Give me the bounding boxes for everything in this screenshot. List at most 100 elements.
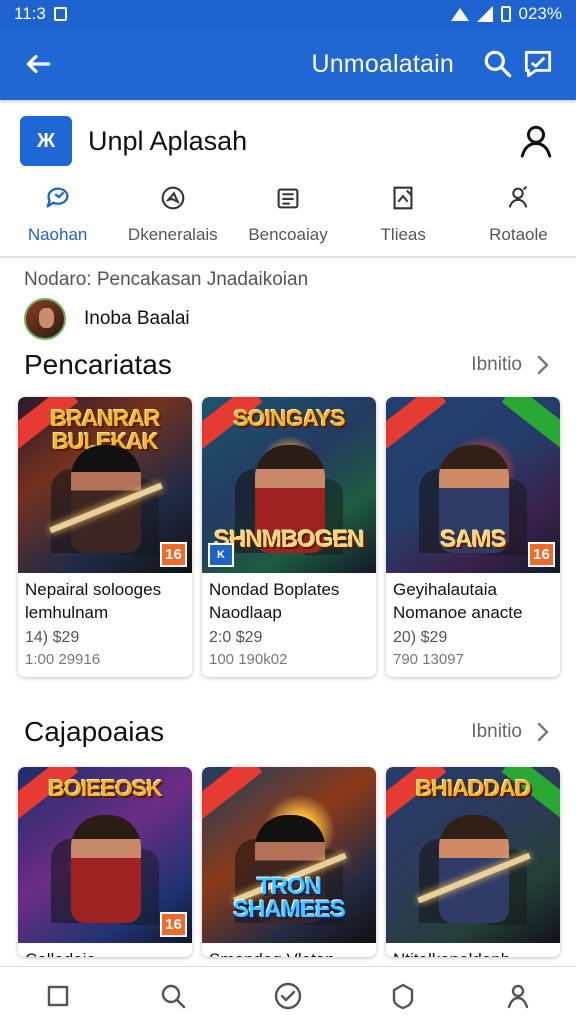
game-title-line-1: Geyihalautaia [393, 580, 497, 599]
game-cover-image: BOIEEOSK 16 [18, 767, 192, 943]
tab-label: Dkeneralais [127, 225, 218, 244]
game-cover-image: SOINGAYS SHNMBOGEN K [202, 397, 376, 573]
people-icon [508, 186, 528, 208]
battery-percent: 023% [518, 4, 562, 23]
game-logo-text: BOIEEOSK [48, 775, 162, 801]
game-title-line-1: Nondad Boplates [209, 580, 340, 599]
app-bar: Unmoalatain [0, 28, 576, 100]
game-stats: 100 190k02 [209, 651, 288, 668]
game-subtitle-logo: SHNMBOGEN [214, 526, 365, 553]
comment-icon [524, 50, 552, 78]
card-content: Geyihalautaia Nomanoe anacte 20) $29 790… [386, 573, 560, 670]
game-card-row: BOIEEOSK 16 Colladaio TRON SHAMEES Smand… [18, 767, 560, 957]
publisher-logo: K [208, 543, 234, 567]
author-name: Inobа Baalai [84, 308, 190, 329]
search-icon [484, 50, 512, 78]
author-row[interactable]: Inobа Baalai [24, 298, 190, 340]
card-content: Nondad Boplates Naodlaap 2:0 $29 100 190… [202, 573, 376, 670]
tab-naohan[interactable]: Naohan [0, 178, 115, 256]
app-header: Ж Unpl Aplasah [20, 116, 556, 166]
chevron-right-icon [537, 722, 549, 742]
tab-dkeneralais[interactable]: Dkeneralais [115, 178, 230, 256]
tab-tlieas[interactable]: Tlieas [346, 178, 461, 256]
author-avatar [24, 298, 66, 340]
status-left: 11:3 [14, 4, 67, 24]
app-bar-title: Unmoalatain [311, 49, 454, 78]
check-circle-icon [274, 982, 302, 1009]
game-card[interactable]: BRANRAR BULEKAK 16 Nepairal solooges lem… [18, 397, 192, 677]
square-icon [47, 985, 68, 1006]
nav-profile-button[interactable] [490, 968, 546, 1024]
search-icon [161, 984, 185, 1008]
game-price: 20) $29 [393, 629, 448, 646]
nav-check-button[interactable] [260, 968, 316, 1024]
top-tabs: Naohan Dkeneralais Bencoaiay Tlieas Rota… [0, 178, 576, 258]
tab-rotaole[interactable]: Rotaole [461, 178, 576, 256]
game-card-row: BRANRAR BULEKAK 16 Nepairal solooges lem… [18, 397, 560, 677]
comment-button[interactable] [518, 44, 558, 84]
game-card[interactable]: BHIADDAD Ntitalkanoldaph [386, 767, 560, 957]
nav-home-button[interactable] [30, 968, 86, 1024]
status-time: 11:3 [14, 4, 46, 23]
tab-label: Tlieas [380, 225, 426, 244]
age-rating-badge: 16 [160, 542, 187, 567]
game-logo-text: BHIADDAD [415, 775, 532, 801]
nav-search-button[interactable] [145, 968, 201, 1024]
status-bar: 11:3 023% [0, 0, 576, 28]
game-logo-text: SOINGAYS [233, 405, 345, 431]
card-content: Nepairal solooges lemhulnam 14) $29 1:00… [18, 573, 192, 670]
tab-bencoaiay[interactable]: Bencoaiay [230, 178, 345, 256]
game-cover-image: TRON SHAMEES [202, 767, 376, 943]
profile-button[interactable] [516, 121, 556, 161]
game-card[interactable]: SOINGAYS SHNMBOGEN K Nondad Boplates Nao… [202, 397, 376, 677]
section-more-link[interactable]: Ibnitio [471, 721, 552, 743]
age-rating-badge: 16 [528, 542, 555, 567]
game-card[interactable]: BOIEEOSK 16 Colladaio [18, 767, 192, 957]
app-name: Unpl Aplasah [88, 125, 248, 156]
age-rating-badge: 16 [160, 912, 187, 937]
arrow-left-icon [26, 54, 51, 74]
section-more-link[interactable]: Ibnitio [471, 354, 552, 376]
tab-label: Rotaole [489, 225, 548, 244]
game-title-line-1: Colladaio [25, 948, 185, 957]
notification-icon [53, 7, 67, 21]
card-content: Smandeg Vlatan [202, 943, 376, 957]
game-stats: 1:00 29916 [25, 651, 101, 668]
card-content: Ntitalkanoldaph [386, 943, 560, 957]
app-logo[interactable]: Ж [20, 116, 72, 166]
game-title-line-2: Naodlaap [209, 603, 282, 622]
section-more-label: Ibnitio [471, 354, 522, 375]
card-content: Colladaio [18, 943, 192, 957]
cover-ribbon [202, 767, 263, 822]
game-title-line-2: lemhulnam [25, 603, 109, 622]
section-header: Pencariatas Ibnitio [24, 347, 552, 383]
nav-shield-button[interactable] [375, 968, 431, 1024]
game-price: 2:0 $29 [209, 629, 263, 646]
game-title-line-1: Nepairal solooges [25, 580, 162, 599]
tab-label: Bencoaiay [248, 225, 328, 244]
game-logo-text: SAMS [440, 526, 506, 553]
game-cover-image: BHIADDAD [386, 767, 560, 943]
battery-icon [500, 6, 511, 22]
user-icon [520, 125, 552, 158]
image-icon [393, 186, 413, 210]
game-cover-image: BRANRAR BULEKAK 16 [18, 397, 192, 573]
game-cover-image: SAMS 16 [386, 397, 560, 573]
game-price: 14) $29 [25, 629, 80, 646]
game-title-line-1: Smandeg Vlatan [209, 948, 369, 957]
breadcrumb: Nodaro: Pencakasan Jnadaikoian [24, 269, 309, 290]
back-button[interactable] [18, 44, 58, 84]
game-title-line-2: Nomanoe anacte [393, 603, 523, 622]
section-more-label: Ibnitio [471, 721, 522, 742]
game-logo-text: TRON SHAMEES [233, 873, 346, 923]
cover-ribbon [386, 397, 447, 452]
chat-icon [46, 187, 69, 208]
signal-icon [476, 6, 493, 22]
list-icon [277, 188, 299, 209]
bottom-navigation [0, 966, 576, 1024]
section-title: Cajapoaias [24, 716, 165, 747]
game-card[interactable]: SAMS 16 Geyihalautaia Nomanoe anacte 20)… [386, 397, 560, 677]
game-card[interactable]: TRON SHAMEES Smandeg Vlatan [202, 767, 376, 957]
status-right: 023% [450, 4, 562, 24]
search-button[interactable] [478, 44, 518, 84]
